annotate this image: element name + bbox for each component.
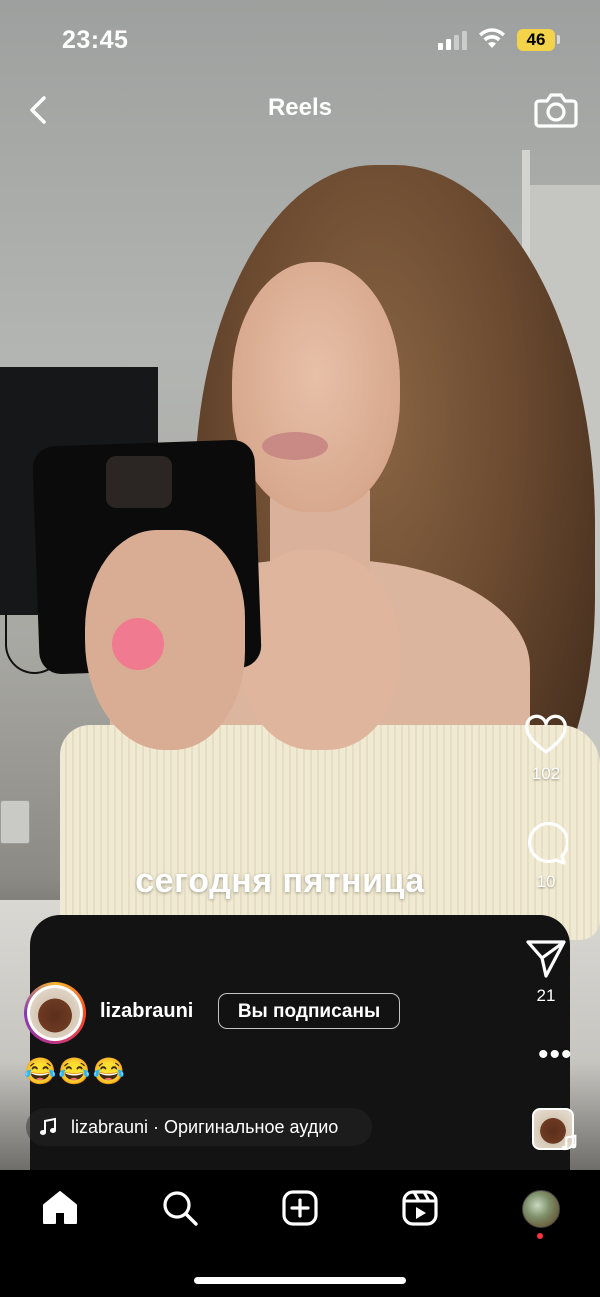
share-count: 21 (536, 986, 556, 1005)
page-title: Reels (267, 94, 333, 121)
more-options-icon[interactable]: ••• (538, 1040, 572, 1070)
background-outlet (0, 800, 30, 844)
tab-profile-avatar[interactable] (522, 1190, 560, 1228)
share-button[interactable]: 21 (492, 936, 600, 1006)
tab-search[interactable] (160, 1188, 200, 1228)
camera-icon[interactable] (534, 89, 578, 129)
audio-label: lizabrauni · Оригинальное аудио (71, 1117, 339, 1137)
search-icon (163, 1191, 198, 1226)
music-note-icon (561, 1134, 577, 1151)
create-post-icon (282, 1190, 318, 1226)
notification-dot (537, 1233, 543, 1239)
paper-plane-icon (526, 940, 566, 978)
home-indicator (194, 1277, 406, 1284)
author-username[interactable]: lizabrauni (100, 1000, 193, 1023)
comment-icon (528, 822, 568, 865)
tab-create[interactable] (280, 1188, 320, 1228)
like-count: 102 (531, 764, 561, 783)
like-button[interactable]: 102 (492, 714, 600, 784)
following-button[interactable]: Вы подписаны (218, 993, 400, 1029)
tab-reels[interactable] (400, 1188, 440, 1228)
person-right-hand (240, 550, 400, 750)
comment-button[interactable]: 10 (492, 822, 600, 892)
author-avatar[interactable] (24, 982, 86, 1044)
person-lips (262, 432, 328, 460)
heart-icon (525, 714, 567, 754)
post-description[interactable]: 😂😂😂 (24, 1056, 127, 1087)
music-note-icon (40, 1117, 56, 1135)
avatar-image (30, 988, 80, 1038)
battery-tip (557, 35, 560, 44)
comment-count: 10 (536, 872, 556, 891)
person-face (232, 262, 400, 512)
held-phone-camera (106, 456, 172, 508)
home-icon (43, 1191, 77, 1224)
cellular-signal-icon (438, 31, 470, 50)
audio-info[interactable]: lizabrauni · Оригинальное аудио (26, 1108, 372, 1146)
person-left-hand (85, 530, 245, 750)
reels-icon (402, 1190, 438, 1226)
pink-ring (112, 618, 164, 670)
status-time: 23:45 (62, 26, 129, 54)
video-caption: сегодня пятница (135, 862, 425, 900)
tab-home[interactable] (40, 1188, 80, 1228)
battery-icon: 46 (517, 29, 555, 51)
status-bar: 23:45 46 (0, 0, 600, 80)
wifi-icon (479, 28, 505, 48)
